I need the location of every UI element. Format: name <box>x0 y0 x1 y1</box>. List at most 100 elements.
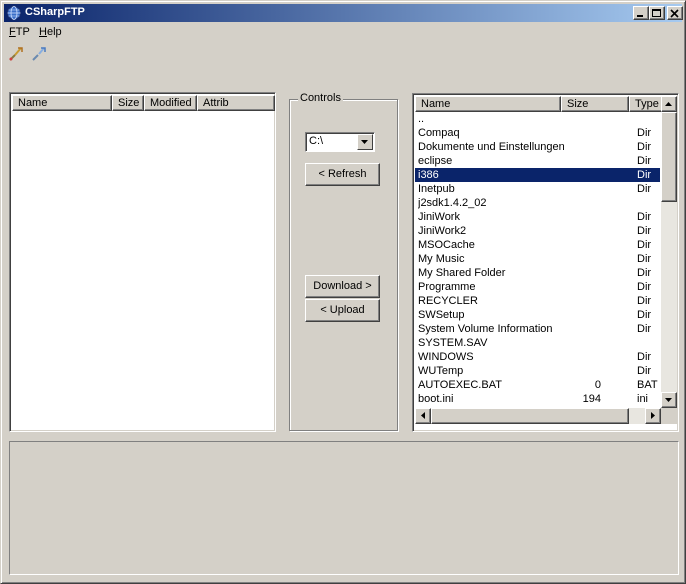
remote-row-name: boot.ini <box>418 393 454 405</box>
controls-group-label: Controls <box>298 92 343 104</box>
table-row[interactable]: Dokumente und Einstellungen Dir <box>415 140 660 154</box>
remote-row-name: AUTOEXEC.BAT <box>418 379 502 391</box>
log-panel <box>9 441 679 575</box>
remote-row-name: My Shared Folder <box>418 267 506 279</box>
close-button[interactable] <box>667 6 683 20</box>
table-row[interactable]: JiniWork2 Dir <box>415 224 660 238</box>
table-row[interactable]: j2sdk1.4.2_02 <box>415 196 660 210</box>
table-row[interactable]: bootfont.bin4952 bin <box>415 406 660 407</box>
table-row[interactable]: .. <box>415 112 660 126</box>
toolbar <box>4 43 682 67</box>
table-row[interactable]: WINDOWS Dir <box>415 350 660 364</box>
table-row[interactable]: i386 Dir <box>415 168 660 182</box>
scroll-down-button[interactable] <box>661 392 677 408</box>
remote-row-type: Dir <box>637 169 652 181</box>
table-row[interactable]: JiniWork Dir <box>415 210 660 224</box>
table-row[interactable]: eclipse Dir <box>415 154 660 168</box>
remote-row-type: Dir <box>637 183 652 195</box>
disconnect-icon <box>30 47 48 66</box>
controls-group: Controls C:\ < Refresh Download > < Uplo… <box>289 92 398 431</box>
remote-row-type: Dir <box>637 239 652 251</box>
table-row[interactable]: SYSTEM.SAV <box>415 336 660 350</box>
remote-row-name: Inetpub <box>418 183 455 195</box>
table-row[interactable]: System Volume Information Dir <box>415 322 660 336</box>
scroll-up-button[interactable] <box>661 96 677 112</box>
remote-row-type: Dir <box>637 211 652 223</box>
menu-ftp[interactable]: FTP <box>9 26 30 38</box>
drive-dropdown-button[interactable] <box>357 134 373 150</box>
remote-row-name: .. <box>418 113 425 125</box>
remote-col-size[interactable]: Size <box>561 96 629 112</box>
local-col-attrib[interactable]: Attrib <box>197 95 275 111</box>
remote-row-size: 4952 <box>565 406 601 407</box>
drive-select-value: C:\ <box>309 135 324 147</box>
remote-horizontal-scrollbar[interactable] <box>415 408 661 424</box>
remote-row-type: Dir <box>637 351 652 363</box>
table-row[interactable]: boot.ini 194 ini <box>415 392 660 406</box>
menu-bar: FTP Help <box>4 23 682 41</box>
window-title: CSharpFTP <box>25 6 85 18</box>
remote-row-type: Dir <box>637 141 652 153</box>
connect-icon <box>7 47 25 66</box>
vertical-scroll-thumb[interactable] <box>661 112 677 202</box>
disconnect-button[interactable] <box>30 45 50 65</box>
remote-row-type: Dir <box>637 155 652 167</box>
title-bar[interactable]: CSharpFTP <box>4 4 683 22</box>
chevron-down-icon <box>358 140 372 152</box>
remote-row-size: 0 <box>594 379 601 391</box>
remote-row-type: Dir <box>637 365 652 377</box>
remote-row-name: My Music <box>418 253 465 265</box>
table-row[interactable]: WUTemp Dir <box>415 364 660 378</box>
remote-vertical-scrollbar[interactable] <box>661 96 677 408</box>
table-row[interactable]: MSOCache Dir <box>415 238 660 252</box>
remote-row-name: SYSTEM.SAV <box>418 337 488 349</box>
remote-row-type: Dir <box>637 225 652 237</box>
remote-rows: .. Compaq Dir Dokumente und Einstellungen Di… <box>415 112 660 407</box>
local-col-size[interactable]: Size <box>112 95 144 111</box>
drive-select[interactable]: C:\ <box>305 132 375 152</box>
remote-row-type: Dir <box>637 127 652 139</box>
remote-row-name: j2sdk1.4.2_02 <box>418 197 487 209</box>
remote-row-name: i386 <box>418 169 439 181</box>
horizontal-scroll-thumb[interactable] <box>431 408 629 424</box>
remote-row-name: Compaq <box>418 127 460 139</box>
remote-row-name: RECYCLER <box>418 295 478 307</box>
arrow-left-icon <box>416 412 430 426</box>
remote-col-name[interactable]: Name <box>415 96 561 112</box>
menu-help[interactable]: Help <box>39 26 62 38</box>
minimize-button[interactable] <box>633 6 649 20</box>
remote-row-name: SWSetup <box>418 309 465 321</box>
table-row[interactable]: My Music Dir <box>415 252 660 266</box>
scroll-left-button[interactable] <box>415 408 431 424</box>
table-row[interactable]: My Shared Folder Dir <box>415 266 660 280</box>
connect-button[interactable] <box>7 45 27 65</box>
local-col-modified[interactable]: Modified <box>144 95 197 111</box>
table-row[interactable]: SWSetup Dir <box>415 308 660 322</box>
remote-row-name: System Volume Information <box>418 323 553 335</box>
remote-col-type[interactable]: Type <box>629 96 665 112</box>
remote-row-type: Dir <box>637 281 652 293</box>
scroll-right-button[interactable] <box>645 408 661 424</box>
remote-row-type: Dir <box>637 267 652 279</box>
remote-file-list[interactable]: Name Size Type .. Compaq Dir Dokumente und … <box>412 93 679 432</box>
table-row[interactable]: RECYCLER Dir <box>415 294 660 308</box>
globe-icon <box>6 5 22 21</box>
download-button[interactable]: Download > <box>305 275 380 298</box>
upload-button[interactable]: < Upload <box>305 299 380 322</box>
table-row[interactable]: Inetpub Dir <box>415 182 660 196</box>
remote-row-name: Programme <box>418 281 476 293</box>
remote-row-name: MSOCache <box>418 239 475 251</box>
local-col-name[interactable]: Name <box>12 95 112 111</box>
remote-row-type: bin <box>637 406 660 407</box>
maximize-button[interactable] <box>649 6 665 20</box>
remote-row-name: WINDOWS <box>418 351 474 363</box>
remote-row-name: Dokumente und Einstellungen <box>418 141 564 153</box>
table-row[interactable]: Compaq Dir <box>415 126 660 140</box>
refresh-button[interactable]: < Refresh <box>305 163 380 186</box>
remote-row-type: Dir <box>637 309 652 321</box>
app-window: CSharpFTP FTP Help Name Size Modified At… <box>0 0 686 584</box>
table-row[interactable]: AUTOEXEC.BAT 0 BAT <box>415 378 660 392</box>
table-row[interactable]: Programme Dir <box>415 280 660 294</box>
remote-row-size: 194 <box>582 393 601 405</box>
local-file-list[interactable]: Name Size Modified Attrib <box>9 92 276 432</box>
